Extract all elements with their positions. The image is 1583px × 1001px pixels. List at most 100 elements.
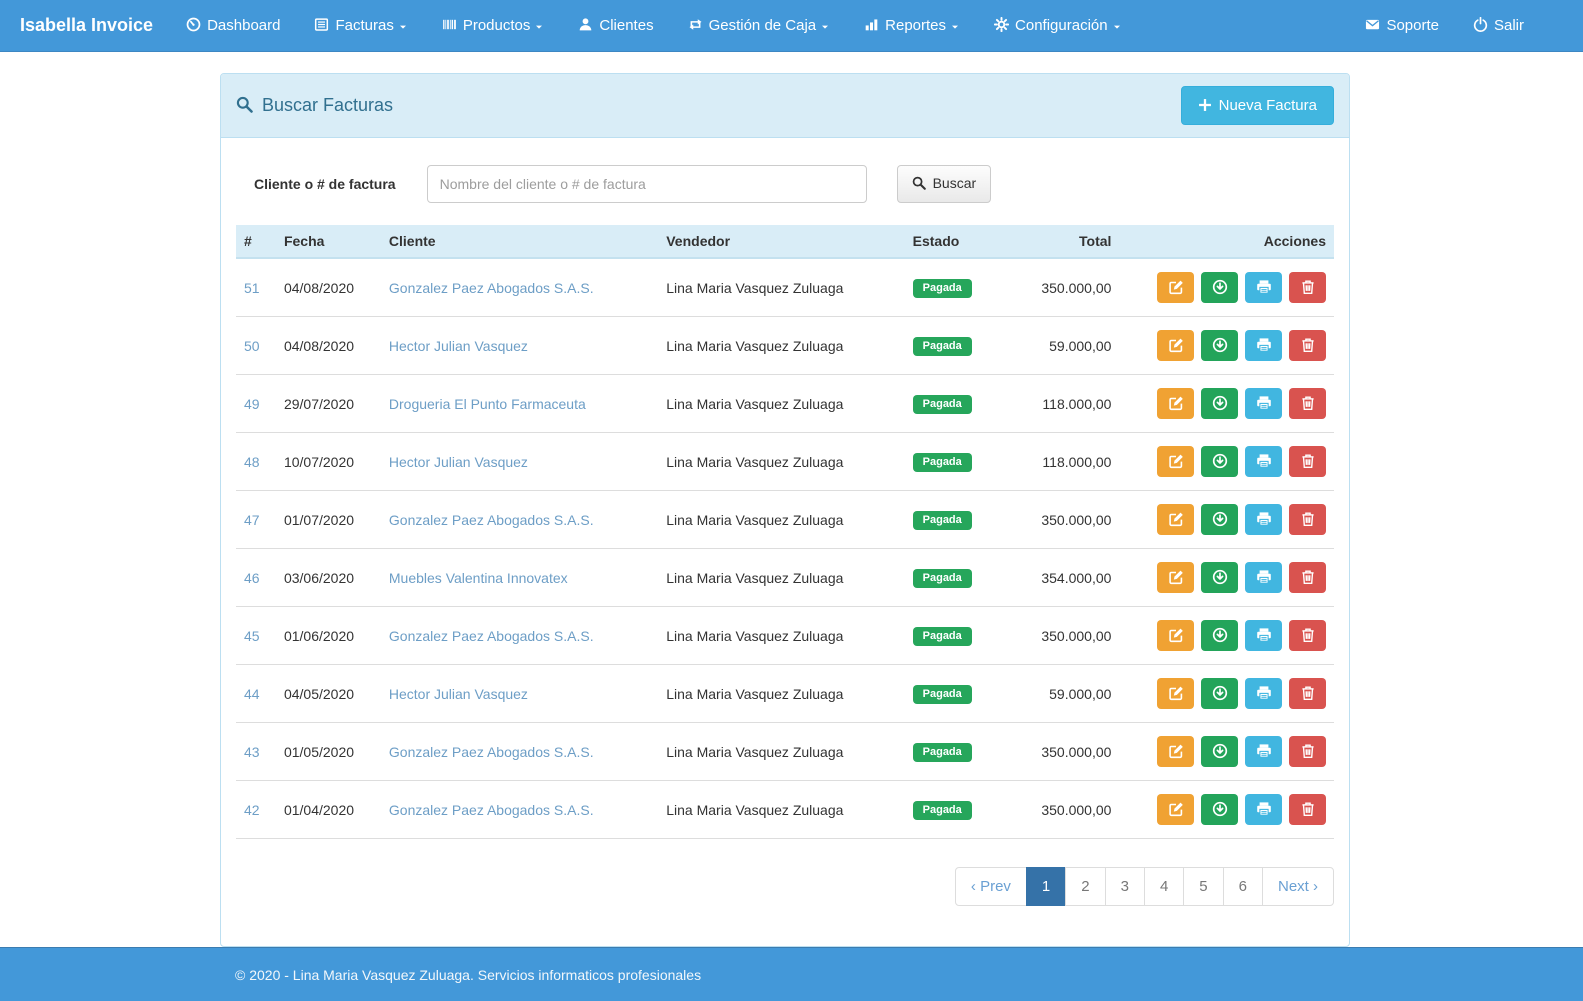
delete-invoice-button[interactable]	[1289, 272, 1326, 303]
client-link[interactable]: Hector Julian Vasquez	[389, 686, 528, 702]
column-header-acciones: Acciones	[1119, 225, 1334, 258]
invoice-number-link[interactable]: 51	[244, 280, 260, 296]
client-link[interactable]: Hector Julian Vasquez	[389, 338, 528, 354]
client-link[interactable]: Gonzalez Paez Abogados S.A.S.	[389, 802, 594, 818]
invoice-number-link[interactable]: 42	[244, 802, 260, 818]
download-invoice-button[interactable]	[1201, 272, 1238, 303]
nav-item-soporte[interactable]: Soporte	[1348, 2, 1456, 49]
edit-invoice-button[interactable]	[1157, 736, 1194, 767]
navbar-right-menu: Soporte Salir	[1348, 2, 1541, 49]
pagination-page-6[interactable]: 6	[1223, 867, 1263, 906]
nav-item-dashboard[interactable]: Dashboard	[169, 2, 297, 49]
print-invoice-button[interactable]	[1245, 562, 1282, 593]
download-invoice-button[interactable]	[1201, 446, 1238, 477]
trash-icon	[1300, 685, 1316, 702]
download-invoice-button[interactable]	[1201, 562, 1238, 593]
edit-invoice-button[interactable]	[1157, 446, 1194, 477]
client-link[interactable]: Gonzalez Paez Abogados S.A.S.	[389, 512, 594, 528]
client-link[interactable]: Muebles Valentina Innovatex	[389, 570, 568, 586]
delete-invoice-button[interactable]	[1289, 504, 1326, 535]
edit-invoice-button[interactable]	[1157, 562, 1194, 593]
edit-icon	[1168, 511, 1184, 528]
row-actions	[1119, 549, 1334, 607]
invoice-number-link[interactable]: 46	[244, 570, 260, 586]
new-invoice-label: Nueva Factura	[1219, 95, 1317, 116]
print-invoice-button[interactable]	[1245, 388, 1282, 419]
edit-icon	[1168, 279, 1184, 296]
print-invoice-button[interactable]	[1245, 446, 1282, 477]
client-link[interactable]: Hector Julian Vasquez	[389, 454, 528, 470]
edit-invoice-button[interactable]	[1157, 678, 1194, 709]
edit-invoice-button[interactable]	[1157, 620, 1194, 651]
vendor-name: Lina Maria Vasquez Zuluaga	[658, 781, 904, 839]
print-invoice-button[interactable]	[1245, 272, 1282, 303]
edit-invoice-button[interactable]	[1157, 272, 1194, 303]
nav-item-reportes[interactable]: Reportes	[847, 2, 977, 49]
nav-item-configuracion[interactable]: Configuración	[977, 2, 1139, 49]
delete-invoice-button[interactable]	[1289, 562, 1326, 593]
edit-invoice-button[interactable]	[1157, 504, 1194, 535]
search-button[interactable]: Buscar	[897, 165, 992, 203]
vendor-name: Lina Maria Vasquez Zuluaga	[658, 607, 904, 665]
edit-invoice-button[interactable]	[1157, 388, 1194, 419]
delete-invoice-button[interactable]	[1289, 678, 1326, 709]
client-link[interactable]: Gonzalez Paez Abogados S.A.S.	[389, 744, 594, 760]
nav-item-facturas[interactable]: Facturas	[297, 2, 424, 49]
print-invoice-button[interactable]	[1245, 736, 1282, 767]
power-icon	[1473, 17, 1488, 34]
pagination-page-4[interactable]: 4	[1144, 867, 1184, 906]
plus-icon	[1198, 95, 1212, 116]
print-icon	[1256, 801, 1272, 818]
download-invoice-button[interactable]	[1201, 736, 1238, 767]
delete-invoice-button[interactable]	[1289, 736, 1326, 767]
print-invoice-button[interactable]	[1245, 794, 1282, 825]
download-invoice-button[interactable]	[1201, 330, 1238, 361]
invoice-number-link[interactable]: 44	[244, 686, 260, 702]
invoice-number-link[interactable]: 47	[244, 512, 260, 528]
print-invoice-button[interactable]	[1245, 504, 1282, 535]
print-invoice-button[interactable]	[1245, 678, 1282, 709]
brand-logo[interactable]: Isabella Invoice	[20, 15, 153, 36]
nav-item-productos[interactable]: Productos	[425, 2, 562, 49]
nav-item-salir[interactable]: Salir	[1456, 2, 1541, 49]
client-link[interactable]: Drogueria El Punto Farmaceuta	[389, 396, 586, 412]
download-invoice-button[interactable]	[1201, 678, 1238, 709]
edit-invoice-button[interactable]	[1157, 330, 1194, 361]
nav-item-gestion-de-caja[interactable]: Gestión de Caja	[671, 2, 848, 49]
pagination-next[interactable]: Next ›	[1262, 867, 1334, 906]
delete-invoice-button[interactable]	[1289, 620, 1326, 651]
client-link[interactable]: Gonzalez Paez Abogados S.A.S.	[389, 628, 594, 644]
download-invoice-button[interactable]	[1201, 620, 1238, 651]
pagination-page-2[interactable]: 2	[1065, 867, 1105, 906]
client-link[interactable]: Gonzalez Paez Abogados S.A.S.	[389, 280, 594, 296]
download-invoice-button[interactable]	[1201, 794, 1238, 825]
invoice-date: 01/04/2020	[276, 781, 381, 839]
navbar-menu: Dashboard Facturas Productos Clientes Ge…	[169, 2, 1139, 49]
pagination-prev[interactable]: ‹ Prev	[955, 867, 1027, 906]
invoice-number-link[interactable]: 43	[244, 744, 260, 760]
print-invoice-button[interactable]	[1245, 330, 1282, 361]
download-invoice-button[interactable]	[1201, 504, 1238, 535]
download-icon	[1212, 279, 1228, 296]
invoice-number-link[interactable]: 49	[244, 396, 260, 412]
delete-invoice-button[interactable]	[1289, 330, 1326, 361]
invoice-number-link[interactable]: 50	[244, 338, 260, 354]
trash-icon	[1300, 801, 1316, 818]
search-input[interactable]	[427, 165, 867, 203]
edit-invoice-button[interactable]	[1157, 794, 1194, 825]
print-invoice-button[interactable]	[1245, 620, 1282, 651]
pagination-page-3[interactable]: 3	[1105, 867, 1145, 906]
edit-icon	[1168, 453, 1184, 470]
status-badge: Pagada	[913, 453, 972, 472]
vendor-name: Lina Maria Vasquez Zuluaga	[658, 375, 904, 433]
delete-invoice-button[interactable]	[1289, 388, 1326, 419]
nav-item-clientes[interactable]: Clientes	[561, 2, 670, 49]
invoice-number-link[interactable]: 48	[244, 454, 260, 470]
new-invoice-button[interactable]: Nueva Factura	[1181, 86, 1334, 125]
delete-invoice-button[interactable]	[1289, 794, 1326, 825]
pagination-page-5[interactable]: 5	[1183, 867, 1223, 906]
invoice-number-link[interactable]: 45	[244, 628, 260, 644]
download-invoice-button[interactable]	[1201, 388, 1238, 419]
pagination-page-1[interactable]: 1	[1026, 867, 1066, 906]
delete-invoice-button[interactable]	[1289, 446, 1326, 477]
